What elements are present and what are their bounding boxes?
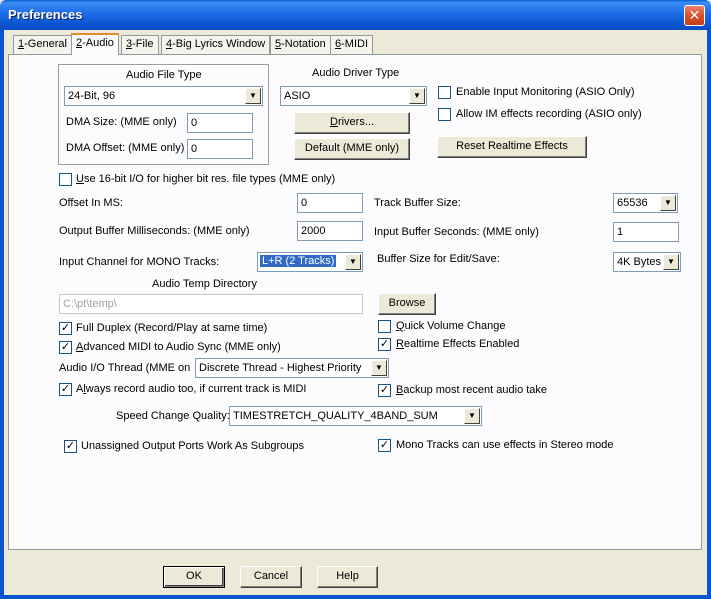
input-buffer-label: Input Buffer Seconds: (MME only) bbox=[374, 226, 539, 238]
audio-driver-select[interactable]: ASIO ▼ bbox=[280, 86, 427, 106]
dma-size-input[interactable]: 0 bbox=[187, 113, 253, 133]
tab-general[interactable]: 1-General bbox=[13, 35, 72, 54]
ok-button[interactable]: OK bbox=[163, 566, 225, 588]
allow-im-effects-checkbox[interactable] bbox=[438, 108, 451, 121]
title-bar: Preferences ✕ bbox=[0, 0, 711, 30]
drivers-button[interactable]: Drivers... bbox=[294, 112, 410, 134]
io-thread-label: Audio I/O Thread (MME on bbox=[59, 362, 191, 374]
input-channel-label: Input Channel for MONO Tracks: bbox=[59, 256, 220, 268]
io-thread-select[interactable]: Discrete Thread - Highest Priority ▼ bbox=[195, 358, 389, 378]
chevron-down-icon: ▼ bbox=[245, 88, 261, 104]
speed-change-quality-label: Speed Change Quality: bbox=[116, 410, 230, 422]
enable-input-monitoring-label: Enable Input Monitoring (ASIO Only) bbox=[456, 86, 635, 98]
window-title: Preferences bbox=[8, 7, 83, 22]
chevron-down-icon: ▼ bbox=[660, 195, 676, 211]
tab-file[interactable]: 3-File bbox=[121, 35, 159, 54]
full-duplex-checkbox[interactable]: ✓ bbox=[59, 322, 72, 335]
window-border-right bbox=[707, 30, 711, 599]
track-buffer-select[interactable]: 65536 ▼ bbox=[613, 193, 678, 213]
full-duplex-label: Full Duplex (Record/Play at same time) bbox=[76, 322, 268, 334]
output-buffer-label: Output Buffer Milliseconds: (MME only) bbox=[59, 225, 250, 237]
temp-dir-label: Audio Temp Directory bbox=[152, 278, 257, 290]
backup-audio-take-checkbox[interactable]: ✓ bbox=[378, 384, 391, 397]
unassigned-ports-label: Unassigned Output Ports Work As Subgroup… bbox=[81, 440, 304, 452]
use-16bit-io-checkbox[interactable] bbox=[59, 173, 72, 186]
dma-offset-label: DMA Offset: (MME only) bbox=[66, 142, 185, 154]
output-buffer-input[interactable]: 2000 bbox=[297, 221, 363, 241]
mono-tracks-stereo-checkbox[interactable]: ✓ bbox=[378, 439, 391, 452]
window-border-left bbox=[0, 30, 4, 599]
track-buffer-label: Track Buffer Size: bbox=[374, 197, 461, 209]
chevron-down-icon: ▼ bbox=[371, 360, 387, 376]
cancel-button[interactable]: Cancel bbox=[240, 566, 302, 588]
input-buffer-input[interactable]: 1 bbox=[613, 222, 679, 242]
audio-file-type-title: Audio File Type bbox=[126, 69, 202, 81]
reset-realtime-effects-button[interactable]: Reset Realtime Effects bbox=[437, 136, 587, 158]
realtime-effects-label: Realtime Effects Enabled bbox=[396, 338, 520, 350]
audio-file-type-select[interactable]: 24-Bit, 96 ▼ bbox=[64, 86, 263, 106]
tab-big-lyrics-window[interactable]: 4-Big Lyrics Window bbox=[161, 35, 271, 54]
use-16bit-io-label: Use 16-bit I/O for higher bit res. file … bbox=[76, 173, 336, 185]
allow-im-effects-label: Allow IM effects recording (ASIO only) bbox=[456, 108, 642, 120]
input-channel-select[interactable]: L+R (2 Tracks) ▼ bbox=[257, 252, 363, 272]
help-button[interactable]: Help bbox=[317, 566, 378, 588]
enable-input-monitoring-checkbox[interactable] bbox=[438, 86, 451, 99]
advanced-midi-sync-label: Advanced MIDI to Audio Sync (MME only) bbox=[76, 341, 281, 353]
buffer-edit-save-label: Buffer Size for Edit/Save: bbox=[377, 253, 500, 265]
mono-tracks-stereo-label: Mono Tracks can use effects in Stereo mo… bbox=[396, 439, 614, 451]
dma-offset-input[interactable]: 0 bbox=[187, 139, 253, 159]
realtime-effects-checkbox[interactable]: ✓ bbox=[378, 338, 391, 351]
offset-ms-input[interactable]: 0 bbox=[297, 193, 363, 213]
chevron-down-icon: ▼ bbox=[663, 254, 679, 270]
offset-ms-label: Offset In MS: bbox=[59, 197, 123, 209]
tab-midi[interactable]: 6-MIDI bbox=[330, 35, 374, 54]
quick-volume-label: Quick Volume Change bbox=[396, 320, 506, 332]
audio-driver-type-title: Audio Driver Type bbox=[312, 67, 400, 79]
tab-notation[interactable]: 5-Notation bbox=[270, 35, 331, 54]
default-mme-button[interactable]: Default (MME only) bbox=[294, 138, 410, 160]
speed-change-quality-select[interactable]: TIMESTRETCH_QUALITY_4BAND_SUM ▼ bbox=[229, 406, 482, 426]
dma-size-label: DMA Size: (MME only) bbox=[66, 116, 177, 128]
close-button[interactable]: ✕ bbox=[684, 5, 705, 26]
window-border-bottom bbox=[0, 595, 711, 599]
temp-dir-input[interactable]: C:\pt\temp\ bbox=[59, 294, 363, 314]
chevron-down-icon: ▼ bbox=[409, 88, 425, 104]
advanced-midi-sync-checkbox[interactable]: ✓ bbox=[59, 341, 72, 354]
tab-audio[interactable]: 2-Audio bbox=[71, 33, 119, 55]
unassigned-ports-checkbox[interactable]: ✓ bbox=[64, 440, 77, 453]
chevron-down-icon: ▼ bbox=[345, 254, 361, 270]
buffer-edit-save-select[interactable]: 4K Bytes ▼ bbox=[613, 252, 681, 272]
backup-audio-take-label: Backup most recent audio take bbox=[396, 384, 548, 396]
always-record-checkbox[interactable]: ✓ bbox=[59, 383, 72, 396]
quick-volume-checkbox[interactable] bbox=[378, 320, 391, 333]
browse-button[interactable]: Browse bbox=[378, 293, 436, 315]
chevron-down-icon: ▼ bbox=[464, 408, 480, 424]
always-record-label: Always record audio too, if current trac… bbox=[76, 383, 307, 395]
